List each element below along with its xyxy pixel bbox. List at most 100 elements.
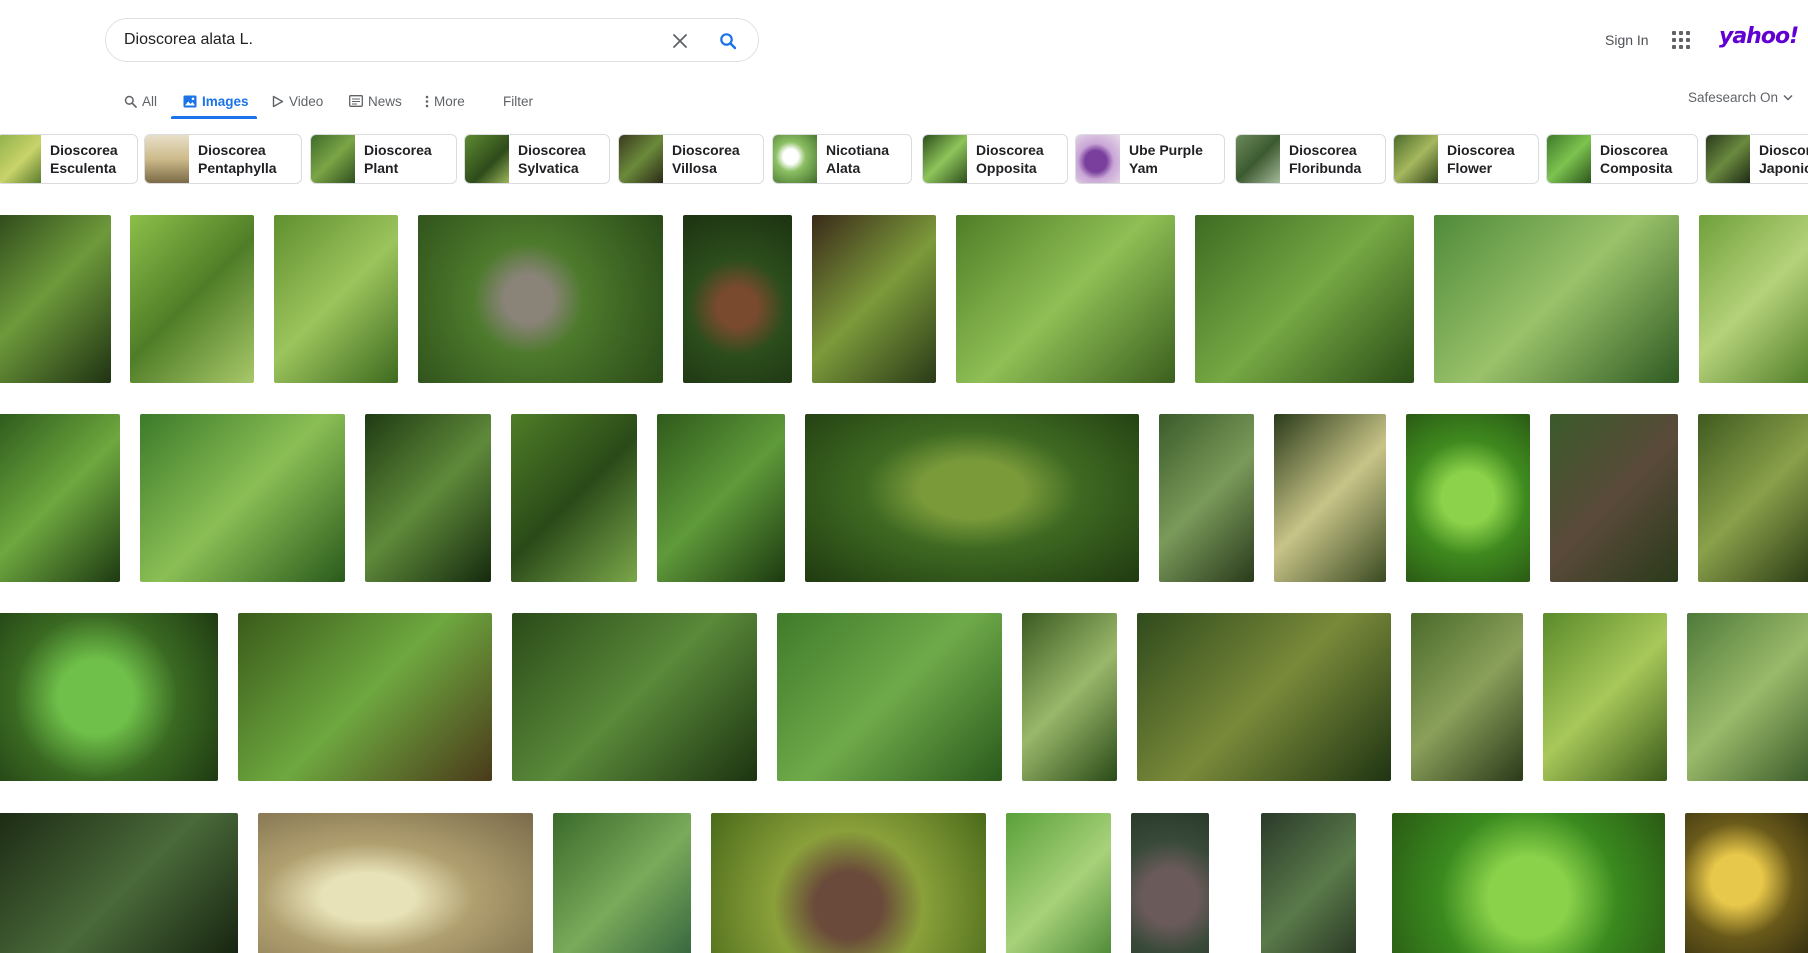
- image-result[interactable]: [1698, 414, 1808, 582]
- image-result[interactable]: [812, 215, 936, 383]
- chip-thumbnail: [465, 135, 509, 183]
- play-icon: [272, 95, 284, 107]
- related-chip[interactable]: Dioscorea Japonica: [1705, 134, 1808, 184]
- chip-thumbnail: [1547, 135, 1591, 183]
- image-result[interactable]: [140, 414, 345, 582]
- image-result[interactable]: [1411, 613, 1523, 781]
- chip-thumbnail: [145, 135, 189, 183]
- related-chip[interactable]: Dioscorea Flower: [1393, 134, 1539, 184]
- related-chip[interactable]: Dioscorea Plant: [310, 134, 457, 184]
- image-result[interactable]: [1543, 613, 1667, 781]
- image-result[interactable]: [1550, 414, 1678, 582]
- image-row: [0, 414, 1808, 594]
- image-result[interactable]: [238, 613, 492, 781]
- related-chip[interactable]: Dioscorea Opposita: [922, 134, 1068, 184]
- safesearch-dropdown[interactable]: Safesearch On: [1688, 90, 1793, 105]
- chip-thumbnail: [619, 135, 663, 183]
- image-result[interactable]: [657, 414, 785, 582]
- yahoo-logo[interactable]: yahoo!: [1719, 24, 1799, 49]
- image-result[interactable]: [1392, 813, 1665, 953]
- image-result[interactable]: [1685, 813, 1808, 953]
- filter-button[interactable]: Filter: [503, 90, 533, 112]
- image-result[interactable]: [512, 613, 757, 781]
- image-result[interactable]: [1195, 215, 1414, 383]
- chevron-down-icon: [1783, 94, 1793, 101]
- chip-thumbnail: [0, 135, 41, 183]
- image-result[interactable]: [0, 813, 238, 953]
- image-result[interactable]: [1137, 613, 1391, 781]
- chip-thumbnail: [773, 135, 817, 183]
- image-row: [0, 613, 1808, 793]
- related-chip[interactable]: Dioscorea Esculenta: [0, 134, 138, 184]
- search-input[interactable]: [124, 19, 644, 61]
- image-result[interactable]: [1261, 813, 1356, 953]
- more-vert-icon: [425, 95, 429, 107]
- search-box[interactable]: [105, 18, 759, 62]
- tab-more-label: More: [434, 93, 465, 109]
- image-result[interactable]: [1699, 215, 1808, 383]
- chip-thumbnail: [923, 135, 967, 183]
- search-icon: [124, 95, 137, 108]
- safesearch-label: Safesearch On: [1688, 90, 1779, 105]
- filter-label: Filter: [503, 93, 533, 109]
- tab-images-label: Images: [202, 93, 249, 109]
- image-result[interactable]: [1406, 414, 1530, 582]
- sign-in-link[interactable]: Sign In: [1605, 32, 1649, 48]
- image-result[interactable]: [258, 813, 533, 953]
- related-chip[interactable]: Dioscorea Floribunda: [1235, 134, 1386, 184]
- chip-thumbnail: [311, 135, 355, 183]
- image-result[interactable]: [1159, 414, 1254, 582]
- image-result[interactable]: [0, 613, 218, 781]
- tab-all[interactable]: All: [124, 90, 157, 112]
- image-result[interactable]: [274, 215, 398, 383]
- related-chip[interactable]: Dioscorea Sylvatica: [464, 134, 610, 184]
- related-chip[interactable]: Dioscorea Pentaphylla: [144, 134, 302, 184]
- related-chip[interactable]: Nicotiana Alata: [772, 134, 912, 184]
- image-result[interactable]: [130, 215, 254, 383]
- image-result[interactable]: [1687, 613, 1808, 781]
- chip-thumbnail: [1076, 135, 1120, 183]
- image-result[interactable]: [805, 414, 1139, 582]
- chip-thumbnail: [1706, 135, 1750, 183]
- related-chip[interactable]: Dioscorea Villosa: [618, 134, 764, 184]
- image-result[interactable]: [0, 215, 111, 383]
- image-result[interactable]: [1131, 813, 1209, 953]
- image-result[interactable]: [711, 813, 986, 953]
- image-result[interactable]: [1274, 414, 1386, 582]
- tab-video[interactable]: Video: [272, 90, 323, 112]
- image-row: [0, 813, 1808, 953]
- apps-grid-icon[interactable]: [1672, 31, 1690, 49]
- related-chip[interactable]: Ube Purple Yam: [1075, 134, 1225, 184]
- image-result[interactable]: [1006, 813, 1111, 953]
- news-icon: [349, 95, 363, 107]
- tab-all-label: All: [142, 93, 158, 109]
- tab-news-label: News: [368, 93, 402, 109]
- image-result[interactable]: [365, 414, 491, 582]
- close-icon: [673, 34, 687, 48]
- header-bar: Sign In yahoo!: [0, 0, 1808, 80]
- image-result[interactable]: [1434, 215, 1679, 383]
- image-result[interactable]: [0, 414, 120, 582]
- tab-images[interactable]: Images: [183, 90, 249, 112]
- image-result[interactable]: [511, 414, 637, 582]
- image-result[interactable]: [683, 215, 792, 383]
- image-result[interactable]: [553, 813, 691, 953]
- chip-thumbnail: [1394, 135, 1438, 183]
- image-row: [0, 215, 1808, 395]
- search-button[interactable]: [714, 27, 742, 55]
- active-tab-indicator: [171, 116, 257, 119]
- related-searches-strip: Dioscorea Esculenta Dioscorea Pentaphyll…: [0, 134, 1808, 186]
- tab-more[interactable]: More: [425, 90, 465, 112]
- image-result[interactable]: [956, 215, 1175, 383]
- chip-thumbnail: [1236, 135, 1280, 183]
- image-result[interactable]: [418, 215, 663, 383]
- image-results-grid: [0, 205, 1808, 953]
- tab-news[interactable]: News: [349, 90, 402, 112]
- image-icon: [183, 95, 197, 107]
- related-chip[interactable]: Dioscorea Composita: [1546, 134, 1698, 184]
- search-tabs: All Images Video News More Filter: [0, 80, 1808, 119]
- image-result[interactable]: [1022, 613, 1117, 781]
- image-result[interactable]: [777, 613, 1002, 781]
- clear-search-button[interactable]: [666, 27, 694, 55]
- search-icon: [720, 33, 737, 50]
